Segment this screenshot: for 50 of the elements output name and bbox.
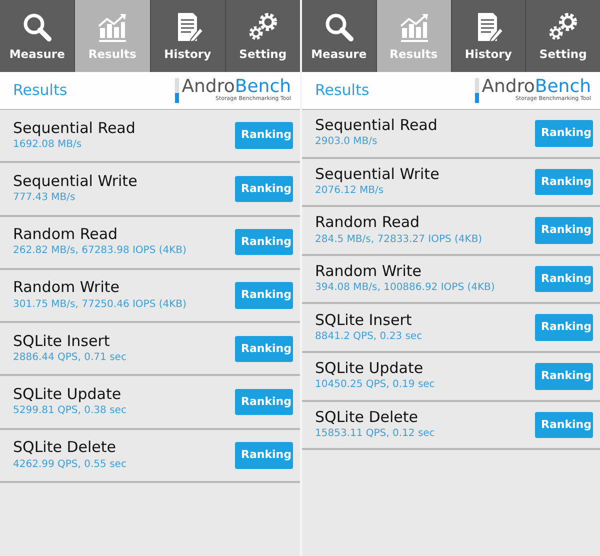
test-result: 262.82 MB/s, 67283.98 IOPS (4KB)	[13, 244, 186, 258]
test-result: 301.75 MB/s, 77250.46 IOPS (4KB)	[13, 298, 186, 312]
test-result: 394.08 MB/s, 100886.92 IOPS (4KB)	[315, 281, 495, 296]
test-name: Sequential Read	[315, 117, 438, 134]
ranking-button[interactable]: Ranking	[235, 122, 293, 149]
test-name: Random Read	[315, 214, 421, 232]
test-name: Random Write	[13, 279, 120, 297]
ranking-button[interactable]: Ranking	[235, 228, 293, 256]
ranking-button[interactable]: Ranking	[235, 388, 293, 416]
ranking-button[interactable]: Ranking	[535, 412, 593, 438]
test-name: SQLite Delete	[315, 408, 420, 426]
ranking-button[interactable]: Ranking	[235, 442, 293, 469]
test-result: 8841.2 QPS, 0.23 sec	[315, 330, 422, 344]
ranking-button[interactable]: Ranking	[535, 120, 593, 147]
ranking-button[interactable]: Ranking	[235, 282, 293, 309]
ranking-button[interactable]: Ranking	[535, 314, 593, 341]
test-name: Random Write	[315, 262, 422, 280]
test-name: Sequential Write	[13, 172, 138, 190]
tab[interactable]: Results	[75, 0, 150, 72]
test-name: SQLite Insert	[315, 312, 413, 329]
logo-wordmark: AndroBench	[482, 78, 591, 96]
ranking-button[interactable]: Ranking	[535, 168, 593, 196]
ranking-button[interactable]: Ranking	[235, 336, 293, 362]
logo-bar-icon	[474, 78, 479, 103]
test-result: 2886.44 QPS, 0.71 sec	[13, 350, 126, 365]
ranking-button[interactable]: Ranking	[535, 266, 593, 292]
test-name: SQLite Insert	[13, 332, 111, 350]
test-name: Random Read	[13, 226, 119, 244]
test-result: 2903.0 MB/s	[315, 135, 378, 150]
test-result: 4262.99 QPS, 0.55 sec	[13, 458, 126, 472]
page-title: Results	[315, 80, 370, 102]
tab[interactable]: Results	[376, 0, 452, 72]
test-name: SQLite Update	[315, 360, 424, 378]
test-name: SQLite Delete	[13, 439, 118, 457]
ranking-button[interactable]: Ranking	[535, 363, 593, 390]
ranking-button[interactable]: Ranking	[235, 176, 293, 202]
test-result: 15853.11 QPS, 0.12 sec	[315, 426, 435, 441]
test-result: 10450.25 QPS, 0.19 sec	[315, 378, 435, 392]
logo-wordmark: AndroBench	[182, 78, 291, 96]
test-result: 1692.08 MB/s	[13, 138, 83, 152]
test-result: 2076.12 MB/s	[315, 184, 385, 198]
ranking-button[interactable]: Ranking	[535, 217, 593, 244]
test-result: 777.43 MB/s	[13, 191, 76, 206]
test-name: Sequential Write	[315, 166, 440, 184]
test-name: SQLite Update	[13, 386, 122, 404]
page-title: Results	[13, 80, 68, 102]
test-result: 284.5 MB/s, 72833.27 IOPS (4KB)	[315, 232, 482, 247]
test-result: 5299.81 QPS, 0.38 sec	[13, 404, 126, 418]
logo-bar-icon	[174, 78, 179, 103]
test-name: Sequential Read	[13, 120, 136, 137]
